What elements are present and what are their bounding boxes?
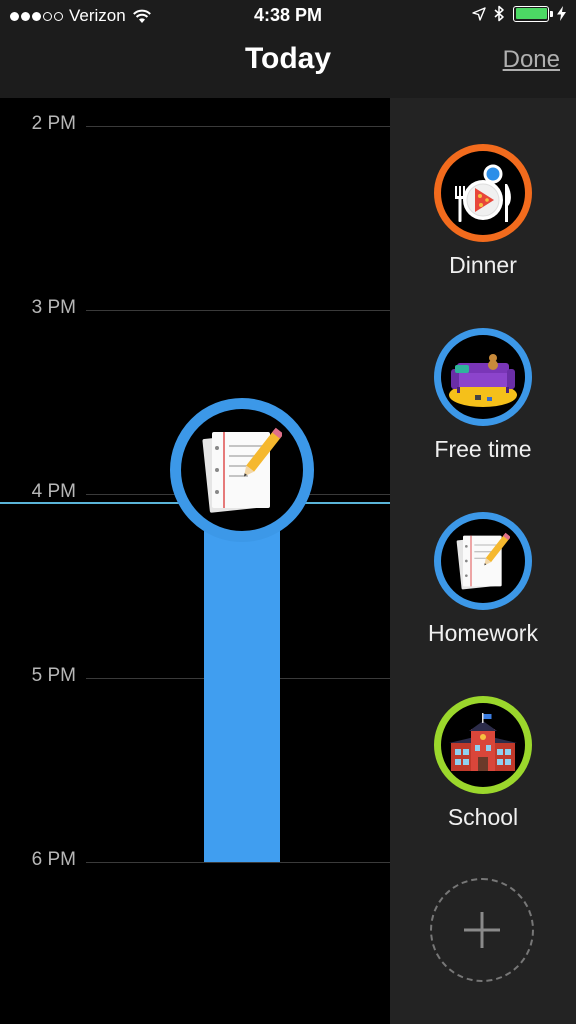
status-right [472,5,566,22]
hour-row-6pm: 6 PM [0,849,390,870]
hour-gridline [86,862,390,863]
activity-free-time[interactable]: Free time [390,328,576,463]
add-activity-button[interactable] [430,878,534,982]
homework-notebook-icon [202,427,282,513]
hour-gridline [86,126,390,127]
day-timeline[interactable]: 2 PM 3 PM 4 PM 5 PM 6 PM [0,98,390,1024]
activity-dinner[interactable]: Dinner [390,144,576,279]
activity-label: Free time [434,436,532,462]
hour-label: 6 PM [31,849,76,870]
charging-bolt-icon [557,6,566,21]
bluetooth-icon [494,5,504,22]
couch-icon [449,354,517,407]
hour-label: 4 PM [31,481,76,502]
homework-event-icon[interactable] [170,398,314,542]
hour-label: 5 PM [31,665,76,686]
hour-label: 2 PM [31,113,76,134]
activity-ring [434,328,532,426]
hour-row-3pm: 3 PM [0,297,390,318]
school-building-icon [449,713,517,771]
dinner-plate-icon [455,164,511,222]
status-bar: Verizon 4:38 PM [0,0,576,34]
homework-event-block[interactable] [204,494,280,862]
activity-ring [434,512,532,610]
activity-label: Homework [428,620,538,646]
location-arrow-icon [472,6,486,21]
hour-row-2pm: 2 PM [0,113,390,134]
hour-label: 3 PM [31,297,76,318]
hour-gridline [86,310,390,311]
page-title: Today [244,42,332,75]
battery-level [515,8,547,19]
activity-ring [434,144,532,242]
activity-ring [434,696,532,794]
activity-label: Dinner [449,252,517,278]
activity-homework[interactable]: Homework [390,512,576,647]
activity-school[interactable]: School [390,696,576,831]
activity-palette: Dinner Free time Homework School [390,98,576,1024]
battery-icon [513,5,553,22]
plus-icon [464,912,500,948]
homework-notebook-icon [456,532,510,590]
navigation-bar: Today Done [0,34,576,98]
activity-label: School [447,804,519,830]
done-button[interactable]: Done [503,46,560,74]
hour-row-5pm: 5 PM [0,665,390,686]
